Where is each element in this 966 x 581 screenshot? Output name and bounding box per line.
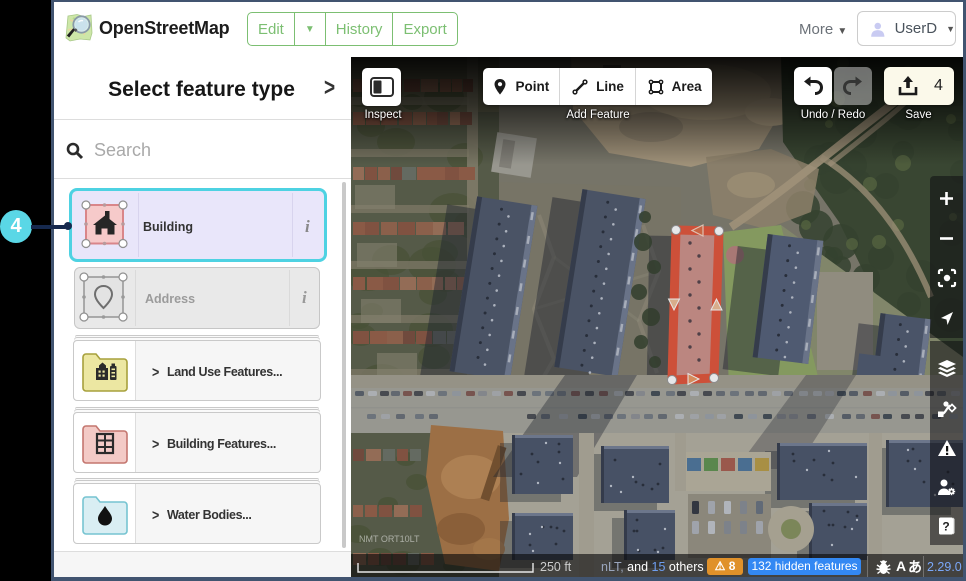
svg-text:NMT ORT10LT: NMT ORT10LT: [359, 534, 420, 544]
svg-text:?: ?: [942, 520, 949, 534]
